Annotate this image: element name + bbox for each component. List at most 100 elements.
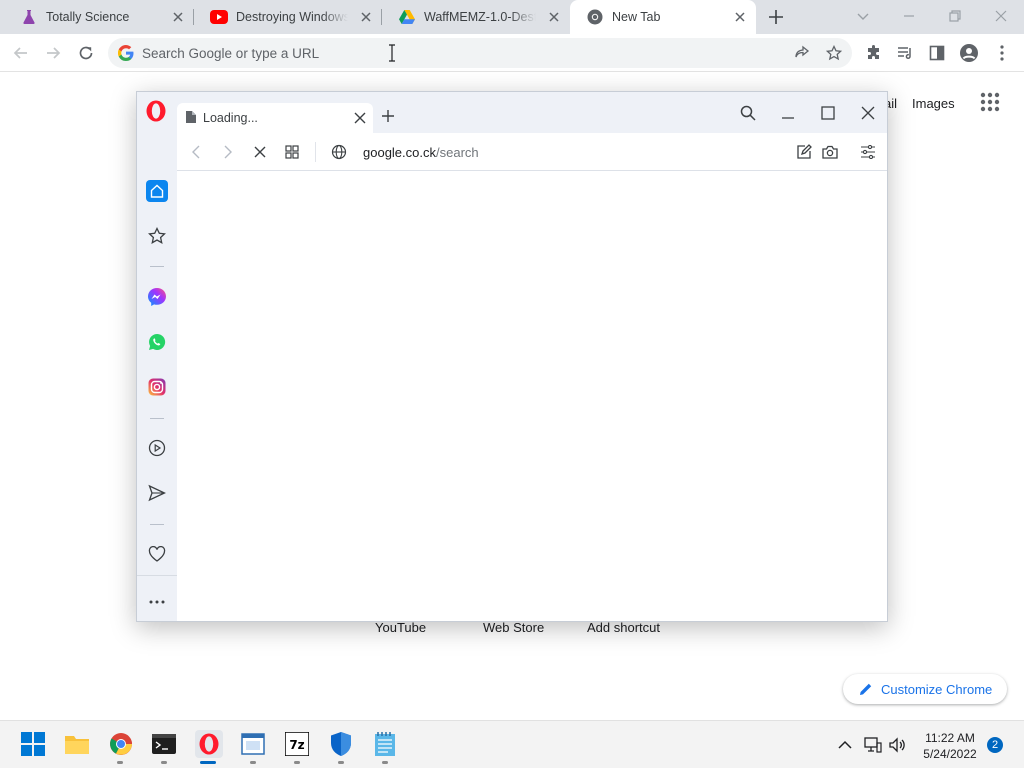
camera-icon[interactable]	[821, 143, 839, 161]
title-fade	[510, 0, 536, 34]
profile-avatar-icon[interactable]	[958, 42, 980, 64]
chrome-tab-new-tab[interactable]: New Tab	[570, 0, 756, 34]
side-panel-icon[interactable]	[926, 42, 948, 64]
terminal-icon[interactable]	[151, 731, 177, 757]
close-icon[interactable]	[170, 9, 186, 25]
chevron-up-icon[interactable]	[836, 737, 854, 753]
chrome-tab-totally-science[interactable]: Totally Science	[4, 0, 194, 34]
close-icon[interactable]	[546, 9, 562, 25]
clock-date: 5/24/2022	[923, 747, 977, 761]
more-icon[interactable]	[146, 591, 168, 613]
customize-chrome-button[interactable]: Customize Chrome	[843, 674, 1007, 704]
file-explorer-icon[interactable]	[64, 731, 90, 757]
opera-back-button[interactable]	[187, 143, 205, 161]
send-icon[interactable]	[146, 482, 168, 504]
close-icon[interactable]	[358, 9, 374, 25]
toolbar-divider	[315, 142, 316, 162]
opera-close-button[interactable]	[857, 102, 879, 124]
clock-time: 11:22 AM	[925, 731, 975, 745]
chrome-tab-waffmemz[interactable]: WaffMEMZ-1.0-Destructive	[382, 0, 570, 34]
bookmark-star-icon[interactable]	[823, 42, 845, 64]
messenger-icon[interactable]	[146, 286, 168, 308]
home-icon[interactable]	[146, 180, 168, 202]
document-icon	[185, 110, 197, 124]
opera-logo-icon[interactable]	[145, 100, 167, 122]
whatsapp-icon[interactable]	[146, 331, 168, 353]
shortcut-add[interactable]: Add shortcut	[587, 620, 660, 635]
running-indicator	[382, 761, 388, 764]
running-indicator-active	[200, 761, 216, 764]
notification-badge[interactable]: 2	[987, 737, 1003, 753]
tab-grid-icon[interactable]	[283, 143, 301, 161]
search-icon[interactable]	[737, 102, 759, 124]
taskbar: 7z 11:22 AM 5/24/2022 2	[0, 720, 1024, 768]
close-icon[interactable]	[732, 9, 748, 25]
opera-toolbar: google.co.ck/search	[177, 133, 887, 171]
7zip-icon[interactable]: 7z	[284, 731, 310, 757]
chrome-tab-destroying-windows[interactable]: Destroying Windows XP	[194, 0, 382, 34]
bookmarks-star-icon[interactable]	[146, 225, 168, 247]
shortcut-web-store[interactable]: Web Store	[483, 620, 544, 635]
forward-button[interactable]	[42, 42, 64, 64]
globe-icon[interactable]	[330, 143, 348, 161]
images-link[interactable]: Images	[912, 96, 955, 111]
notepad-icon[interactable]	[372, 731, 398, 757]
opera-title-bar: Loading...	[137, 92, 887, 133]
running-indicator	[250, 761, 256, 764]
sidebar-divider	[137, 575, 177, 576]
stop-loading-button[interactable]	[251, 143, 269, 161]
opera-new-tab-button[interactable]	[381, 109, 395, 123]
running-indicator	[117, 761, 123, 764]
opera-tab-loading[interactable]: Loading...	[177, 103, 373, 133]
easy-setup-icon[interactable]	[859, 143, 877, 161]
opera-forward-button[interactable]	[219, 143, 237, 161]
restore-button[interactable]	[942, 4, 968, 28]
google-drive-icon	[398, 8, 416, 26]
google-apps-icon[interactable]	[980, 92, 1000, 112]
shortcut-youtube[interactable]: YouTube	[375, 620, 426, 635]
reload-button[interactable]	[75, 42, 97, 64]
tab-search-chevron-icon[interactable]	[850, 4, 876, 28]
volume-icon[interactable]	[889, 737, 907, 753]
share-icon[interactable]	[791, 42, 813, 64]
youtube-icon	[210, 8, 228, 26]
running-indicator	[161, 761, 167, 764]
close-icon[interactable]	[353, 111, 367, 125]
new-tab-button[interactable]	[766, 7, 786, 27]
media-queue-icon[interactable]	[894, 42, 916, 64]
start-icon[interactable]	[20, 731, 46, 757]
opera-minimize-button[interactable]	[777, 102, 799, 124]
back-button[interactable]	[10, 42, 32, 64]
minimize-button[interactable]	[896, 4, 922, 28]
sidebar-divider	[150, 418, 164, 419]
opera-page-content[interactable]	[177, 171, 887, 621]
player-icon[interactable]	[146, 437, 168, 459]
extensions-puzzle-icon[interactable]	[863, 42, 885, 64]
omnibox[interactable]: Search Google or type a URL	[108, 38, 852, 68]
opera-tab-title: Loading...	[203, 111, 258, 125]
opera-icon[interactable]	[195, 730, 223, 758]
omnibox-placeholder: Search Google or type a URL	[142, 46, 320, 61]
customize-chrome-label: Customize Chrome	[881, 681, 993, 697]
text-cursor-icon	[388, 44, 396, 62]
chrome-tab-title: New Tab	[612, 10, 661, 24]
instagram-icon[interactable]	[146, 376, 168, 398]
title-fade	[322, 0, 348, 34]
opera-maximize-button[interactable]	[817, 102, 839, 124]
heart-icon[interactable]	[146, 543, 168, 565]
close-window-button[interactable]	[988, 4, 1014, 28]
url-path: /search	[436, 145, 479, 160]
chrome-tab-title: Totally Science	[46, 10, 130, 24]
pencil-icon	[860, 683, 872, 695]
chrome-toolbar: Search Google or type a URL	[0, 34, 1024, 72]
chrome-icon[interactable]	[108, 731, 134, 757]
opera-address-bar[interactable]: google.co.ck/search	[363, 145, 479, 160]
clock[interactable]: 11:22 AM 5/24/2022	[915, 730, 985, 762]
defender-icon[interactable]	[328, 731, 354, 757]
snapshot-edit-icon[interactable]	[795, 143, 813, 161]
google-g-icon	[118, 45, 134, 61]
network-icon[interactable]	[864, 737, 882, 753]
app-window-icon[interactable]	[240, 731, 266, 757]
chrome-menu-icon[interactable]	[991, 42, 1013, 64]
running-indicator	[294, 761, 300, 764]
